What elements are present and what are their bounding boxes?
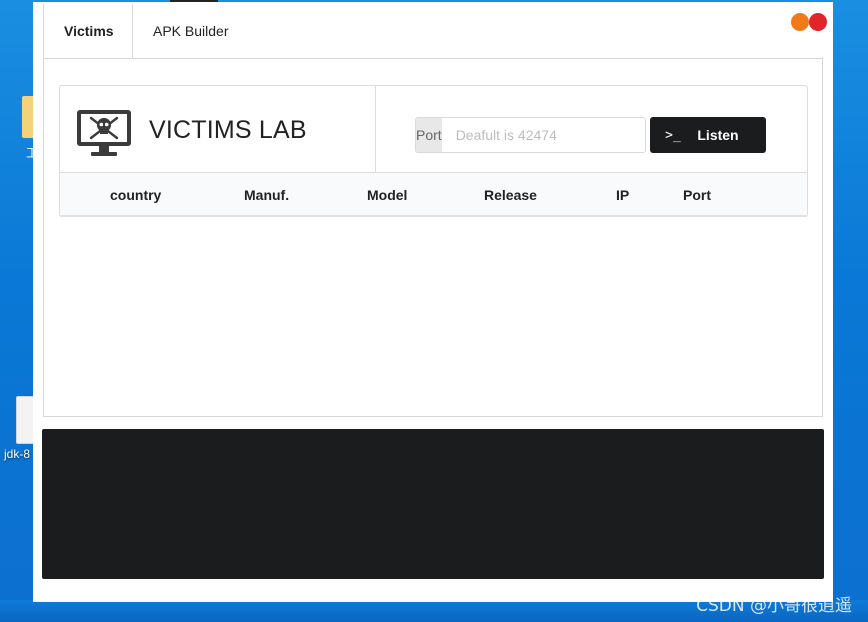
log-console[interactable] xyxy=(42,429,824,579)
column-header-ip[interactable]: IP xyxy=(616,187,629,203)
desktop-jdk-label: jdk-8 xyxy=(4,447,31,461)
tab-bar: Victims APK Builder xyxy=(43,4,823,59)
tab-apk-builder[interactable]: APK Builder xyxy=(133,4,248,58)
port-input[interactable] xyxy=(441,118,645,152)
terminal-icon: >_ xyxy=(665,127,681,143)
app-window: Victims APK Builder VICTIMS LAB Port Dea… xyxy=(33,2,833,602)
tab-victims[interactable]: Victims xyxy=(43,4,133,58)
column-header-model[interactable]: Model xyxy=(367,187,407,203)
column-header-country[interactable]: country xyxy=(110,187,161,203)
victims-tab-panel: VICTIMS LAB Port >_ Listen country Manuf… xyxy=(43,57,823,417)
lab-title: VICTIMS LAB xyxy=(149,116,307,144)
port-input-group: Port xyxy=(415,117,646,153)
victims-table-header: country Manuf. Model Release IP Port xyxy=(60,172,807,217)
port-label: Port xyxy=(416,118,442,152)
column-header-port[interactable]: Port xyxy=(683,187,711,203)
listen-button[interactable]: >_ Listen xyxy=(650,117,766,153)
victims-lab-card: VICTIMS LAB Port >_ Listen country Manuf… xyxy=(59,85,808,217)
listen-button-label: Listen xyxy=(697,127,739,143)
lab-title-cell: VICTIMS LAB xyxy=(60,86,376,172)
monitor-skull-icon xyxy=(77,110,131,156)
column-header-release[interactable]: Release xyxy=(484,187,537,203)
lab-header: VICTIMS LAB Port >_ Listen xyxy=(60,86,807,172)
column-header-manuf[interactable]: Manuf. xyxy=(244,187,289,203)
